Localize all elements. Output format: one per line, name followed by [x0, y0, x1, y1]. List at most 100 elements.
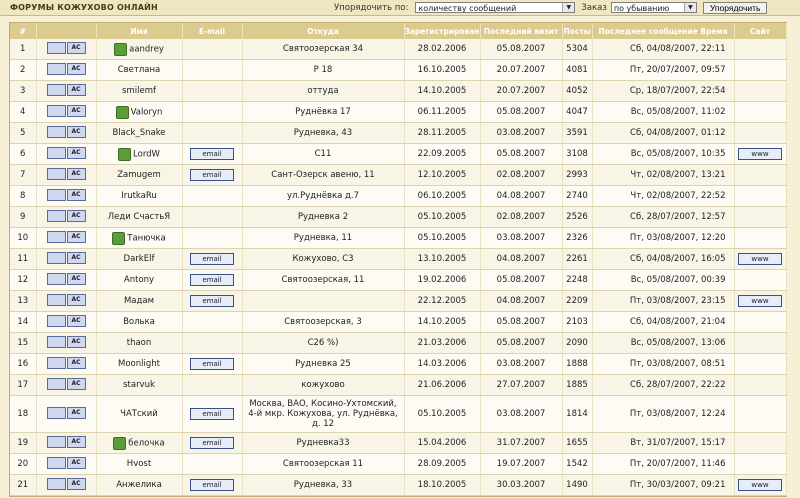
member-name-link[interactable]: Hvost	[127, 459, 151, 469]
pm-button[interactable]: АС	[46, 41, 86, 54]
pm-button[interactable]: АС	[46, 83, 86, 96]
pm-cell: АС	[36, 453, 97, 475]
table-row: 1 АС aandrey Святоозерская 34 28.02.2006 05.0…	[10, 39, 787, 60]
pm-button[interactable]: АС	[46, 335, 86, 348]
sort-by-value: количеству сообщений	[418, 4, 517, 13]
site-cell	[734, 122, 787, 144]
pm-label: АС	[66, 335, 86, 348]
registered-date: 05.10.2005	[404, 395, 481, 433]
email-cell	[182, 374, 243, 396]
member-name-link[interactable]: LordW	[133, 149, 160, 159]
pm-button[interactable]: АС	[46, 406, 86, 419]
email-cell: email	[182, 143, 243, 165]
member-name-link[interactable]: белочка	[128, 438, 164, 448]
pm-button[interactable]: АС	[46, 209, 86, 222]
pm-button[interactable]: АС	[46, 293, 86, 306]
pm-button[interactable]: АС	[46, 314, 86, 327]
email-cell: email	[182, 474, 243, 496]
pm-button[interactable]: АС	[46, 272, 86, 285]
email-button[interactable]: email	[190, 148, 234, 160]
from-cell: С26 %)	[242, 332, 405, 354]
order-value: по убыванию	[613, 4, 670, 13]
pm-button[interactable]: АС	[46, 188, 86, 201]
pm-button[interactable]: АС	[46, 62, 86, 75]
pm-button[interactable]: АС	[46, 125, 86, 138]
last-post-time: Пт, 03/08/2007, 08:51	[592, 353, 735, 375]
header-col-email[interactable]: E-mail	[182, 23, 243, 39]
pm-button[interactable]: АС	[46, 230, 86, 243]
member-name-link[interactable]: Мадам	[124, 296, 154, 306]
member-name-link[interactable]: IrutkaRu	[121, 191, 157, 201]
pm-button[interactable]: АС	[46, 146, 86, 159]
pm-button[interactable]: АС	[46, 456, 86, 469]
member-name-link[interactable]: starvuk	[123, 380, 155, 390]
registered-date: 19.02.2006	[404, 269, 481, 291]
member-name-link[interactable]: ЧАТский	[120, 409, 158, 419]
member-name-link[interactable]: thaon	[127, 338, 152, 348]
header-col-last-post[interactable]: Последнее сообщение Время	[592, 23, 735, 39]
member-name-link[interactable]: Танючка	[127, 233, 165, 243]
email-button[interactable]: email	[190, 408, 234, 420]
registered-date: 18.10.2005	[404, 474, 481, 496]
member-name-link[interactable]: DarkElf	[124, 254, 155, 264]
registered-date: 28.02.2006	[404, 39, 481, 60]
email-cell	[182, 59, 243, 81]
pm-button[interactable]: АС	[46, 477, 86, 490]
email-button[interactable]: email	[190, 253, 234, 265]
www-button[interactable]: www	[738, 148, 782, 160]
header-col-last-visit[interactable]: Последний визит	[480, 23, 563, 39]
email-cell	[182, 227, 243, 249]
email-button[interactable]: email	[190, 358, 234, 370]
pm-label: АС	[66, 477, 86, 490]
header-col-site[interactable]: Сайт	[734, 23, 787, 39]
row-number: 21	[10, 474, 37, 496]
member-name-link[interactable]: Волька	[123, 317, 155, 327]
member-name-link[interactable]: Moonlight	[118, 359, 160, 369]
sort-button[interactable]: Упорядочить	[702, 1, 768, 14]
www-button[interactable]: www	[738, 253, 782, 265]
sort-by-select[interactable]: количеству сообщений ▼	[415, 2, 576, 13]
pm-button[interactable]: АС	[46, 377, 86, 390]
email-button[interactable]: email	[190, 295, 234, 307]
member-name-link[interactable]: Анжелика	[116, 480, 162, 490]
pm-cell: АС	[36, 374, 97, 396]
email-button[interactable]: email	[190, 479, 234, 491]
member-name-link[interactable]: Black_Snake	[112, 128, 165, 138]
pm-button[interactable]: АС	[46, 251, 86, 264]
pm-button[interactable]: АС	[46, 167, 86, 180]
member-name-link[interactable]: Antony	[124, 275, 154, 285]
email-button[interactable]: email	[190, 169, 234, 181]
www-button[interactable]: www	[738, 295, 782, 307]
pm-button[interactable]: АС	[46, 104, 86, 117]
member-name-link[interactable]: Valoryn	[131, 107, 163, 117]
member-name-link[interactable]: aandrey	[129, 44, 164, 54]
pm-cell: АС	[36, 206, 97, 228]
header-col-number[interactable]: #	[10, 23, 37, 39]
header-col-registered[interactable]: Зарегистрирован	[404, 23, 481, 39]
www-button[interactable]: www	[738, 479, 782, 491]
site-cell	[734, 332, 787, 354]
site-cell	[734, 227, 787, 249]
email-button[interactable]: email	[190, 274, 234, 286]
name-cell: Valoryn	[96, 101, 183, 123]
header-col-name[interactable]: Имя	[96, 23, 183, 39]
table-row: 7 АС Zamugem email Сант-Озерск авеню, 11 12.1…	[10, 164, 787, 186]
member-name-link[interactable]: Леди СчастьЯ	[108, 212, 170, 222]
header-col-from[interactable]: Откуда	[242, 23, 405, 39]
member-name-link[interactable]: Zamugem	[117, 170, 161, 180]
post-count: 1655	[562, 432, 593, 454]
post-count: 4047	[562, 101, 593, 123]
member-name-link[interactable]: smilemf	[122, 86, 156, 96]
registered-date: 28.11.2005	[404, 122, 481, 144]
registered-date: 28.09.2005	[404, 453, 481, 475]
name-cell: IrutkaRu	[96, 185, 183, 207]
pm-button[interactable]: АС	[46, 435, 86, 448]
member-name-link[interactable]: Светлана	[118, 65, 161, 75]
table-row: 3 АС smilemf оттуда 14.10.2005 20.07.2007 4052…	[10, 80, 787, 102]
table-row: 4 АС Valoryn Руднёвка 17 06.11.2005 05.08.200…	[10, 101, 787, 123]
header-col-posts[interactable]: Посты	[562, 23, 593, 39]
order-select[interactable]: по убыванию ▼	[610, 2, 697, 13]
order-label: Заказ	[581, 2, 607, 13]
email-button[interactable]: email	[190, 437, 234, 449]
pm-button[interactable]: АС	[46, 356, 86, 369]
